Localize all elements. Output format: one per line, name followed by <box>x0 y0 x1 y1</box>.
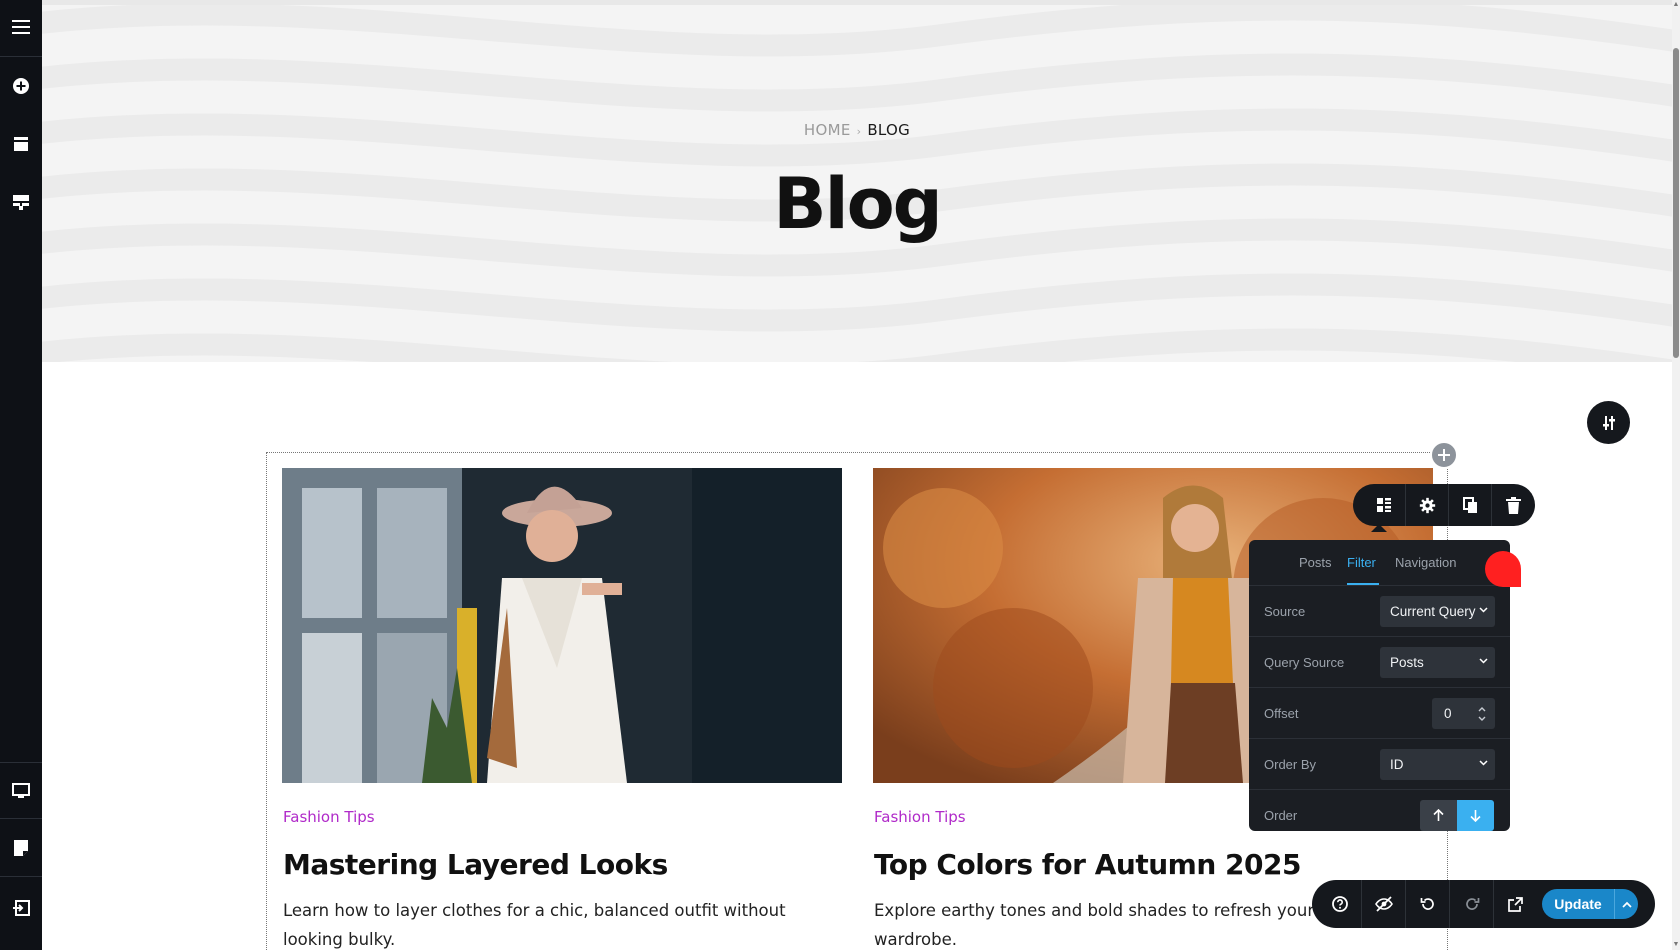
page-scrollbar[interactable]: ▲ ▼ <box>1672 0 1680 950</box>
tab-navigation[interactable]: Navigation <box>1395 555 1456 570</box>
arrow-down-icon <box>1470 810 1481 822</box>
post-category[interactable]: Fashion Tips <box>283 808 375 826</box>
page-title: Blog <box>773 163 943 245</box>
layout-icon[interactable] <box>1363 484 1405 526</box>
query-source-row: Query Source Posts <box>1249 637 1510 688</box>
post-image[interactable] <box>282 468 842 783</box>
chevron-up-icon[interactable] <box>1615 901 1638 908</box>
page-hero: HOME › BLOG Blog <box>42 0 1672 362</box>
order-by-label: Order By <box>1264 757 1317 772</box>
tab-posts[interactable]: Posts <box>1299 555 1332 570</box>
add-widget-handle[interactable] <box>1430 441 1458 469</box>
panel-tabs: Posts Filter Navigation <box>1249 540 1510 586</box>
sliders-icon <box>1602 415 1615 430</box>
post-excerpt: Learn how to layer clothes for a chic, b… <box>283 901 786 949</box>
offset-row: Offset 0 <box>1249 688 1510 739</box>
chevron-right-icon: › <box>856 125 862 138</box>
order-by-value: ID <box>1390 757 1404 772</box>
order-row: Order <box>1249 790 1510 831</box>
source-row: Source Current Query <box>1249 586 1510 637</box>
scroll-thumb[interactable] <box>1673 48 1679 358</box>
editor-sidebar <box>0 0 42 950</box>
help-icon[interactable] <box>1318 880 1361 928</box>
query-settings-panel: Posts Filter Navigation Source Current Q… <box>1249 540 1510 831</box>
update-button[interactable]: Update <box>1542 889 1638 919</box>
trash-icon[interactable] <box>1492 484 1534 526</box>
hide-icon[interactable] <box>1362 880 1405 928</box>
layers-icon[interactable] <box>0 124 42 164</box>
scroll-down-icon[interactable]: ▼ <box>1672 940 1680 950</box>
post-category[interactable]: Fashion Tips <box>874 808 966 826</box>
offset-label: Offset <box>1264 706 1299 721</box>
order-by-select[interactable]: ID <box>1380 749 1495 780</box>
order-ascending-button[interactable] <box>1420 800 1457 831</box>
exit-icon[interactable] <box>0 888 42 928</box>
order-label: Order <box>1264 808 1298 823</box>
redo-icon[interactable] <box>1450 880 1493 928</box>
scroll-up-icon[interactable]: ▲ <box>1672 0 1680 10</box>
post-title[interactable]: Top Colors for Autumn 2025 <box>874 848 1301 881</box>
offset-value: 0 <box>1444 706 1452 721</box>
widget-toolbar <box>1353 484 1535 526</box>
order-toggle <box>1420 800 1495 831</box>
template-icon[interactable] <box>0 182 42 222</box>
add-circle-icon[interactable] <box>0 66 42 106</box>
breadcrumb: HOME › BLOG <box>42 121 1672 139</box>
chevron-down-icon <box>1479 607 1488 613</box>
source-value: Current Query <box>1390 604 1476 619</box>
duplicate-icon[interactable] <box>1449 484 1491 526</box>
undo-icon[interactable] <box>1406 880 1449 928</box>
breadcrumb-home[interactable]: HOME <box>804 121 851 139</box>
query-source-value: Posts <box>1390 655 1424 670</box>
notes-icon[interactable] <box>0 828 42 868</box>
plus-icon <box>1438 449 1450 461</box>
toolbar-caret <box>1371 524 1387 532</box>
post-title[interactable]: Mastering Layered Looks <box>283 848 668 881</box>
query-source-select[interactable]: Posts <box>1380 647 1495 678</box>
arrow-up-icon <box>1433 809 1444 821</box>
source-label: Source <box>1264 604 1306 619</box>
order-descending-button[interactable] <box>1457 800 1494 831</box>
source-select[interactable]: Current Query <box>1380 596 1495 627</box>
chevron-down-icon <box>1479 658 1488 664</box>
sliders-toggle-button[interactable] <box>1587 401 1630 444</box>
spinner-icon[interactable] <box>1477 704 1487 724</box>
gear-icon[interactable] <box>1406 484 1448 526</box>
active-tab-indicator <box>1347 583 1379 585</box>
desktop-icon[interactable] <box>0 771 42 811</box>
editor-action-bar: Update <box>1312 880 1655 928</box>
query-source-label: Query Source <box>1264 655 1345 670</box>
tab-filter[interactable]: Filter <box>1347 555 1376 570</box>
chevron-down-icon <box>1479 760 1488 766</box>
offset-input[interactable]: 0 <box>1432 698 1495 729</box>
notification-marker <box>1485 551 1521 587</box>
order-by-row: Order By ID <box>1249 739 1510 790</box>
update-label: Update <box>1554 896 1602 912</box>
breadcrumb-current: BLOG <box>867 121 911 139</box>
external-link-icon[interactable] <box>1494 880 1537 928</box>
menu-icon[interactable] <box>0 7 42 47</box>
